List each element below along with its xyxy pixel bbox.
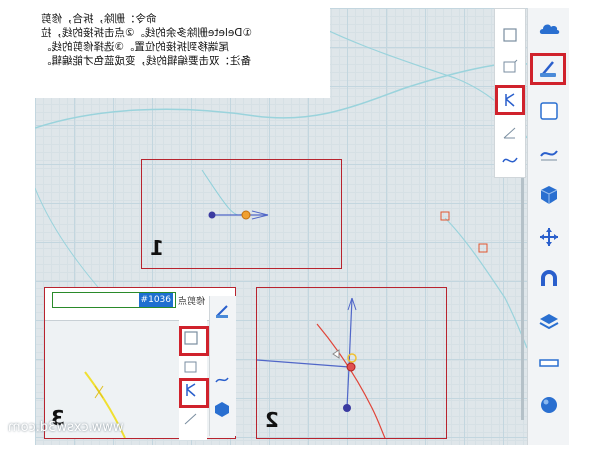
slope-icon[interactable] [182,410,200,428]
move-icon[interactable] [534,222,564,252]
note-line: 尾端移到拆接的位置。③选择修剪的线。 [41,41,229,53]
edit-rect-icon[interactable] [182,358,200,376]
inset-3-tool-column [209,344,235,434]
surface-icon[interactable] [534,138,564,168]
plane-icon[interactable] [534,96,564,126]
inset-1-sketch [201,169,269,220]
trim-point-value: #1036 [138,293,173,307]
note-line: ①Delete删除多余的线。②点击拆接的线，拉 [41,27,252,39]
trim-icon[interactable] [495,85,525,115]
edit-rect-icon[interactable] [498,55,522,79]
main-toolbar [527,8,569,445]
inset-panel-2: 2 [256,287,447,439]
sketch-pen-icon[interactable] [530,53,566,85]
sphere-icon[interactable] [534,390,564,420]
note-line: 命令：删除，拆合，修剪 [41,13,157,25]
magnet-icon[interactable] [534,264,564,294]
instruction-note: 命令：删除，拆合，修剪 ①Delete删除多余的线。②点击拆接的线，拉 尾端移到… [35,8,330,98]
trim-point-input[interactable]: #1036 [52,292,176,308]
inset-panel-1: 1 [141,159,342,269]
sketch-sub-toolbar [494,8,526,178]
inset-number: 1 [150,236,164,260]
cloud-icon[interactable] [534,14,564,44]
control-point-marker [478,243,488,253]
trim-icon[interactable] [179,378,209,408]
cube-icon[interactable] [213,400,231,418]
rect-icon[interactable] [498,23,522,47]
trim-point-label: 修剪点 [178,297,206,307]
inset-panel-3: 3 [44,287,236,440]
inset-number: 2 [265,408,279,432]
watermark: www.cxsw3d.com [8,420,124,435]
sketch-curve-right [444,217,527,349]
inset-3-sub-toolbar [179,318,209,440]
surface-icon[interactable] [213,370,231,388]
cube-icon[interactable] [534,180,564,210]
wave-icon[interactable] [498,149,522,173]
sketch-pen-icon[interactable] [213,302,231,320]
slope-icon[interactable] [498,121,522,145]
inset-2-sketch [257,297,386,438]
note-line: 备注：双击要编辑的线，变成蓝色才能编辑。 [41,55,251,67]
rect-icon[interactable] [179,326,209,356]
ruler-icon[interactable] [534,348,564,378]
layers-icon[interactable] [534,306,564,336]
